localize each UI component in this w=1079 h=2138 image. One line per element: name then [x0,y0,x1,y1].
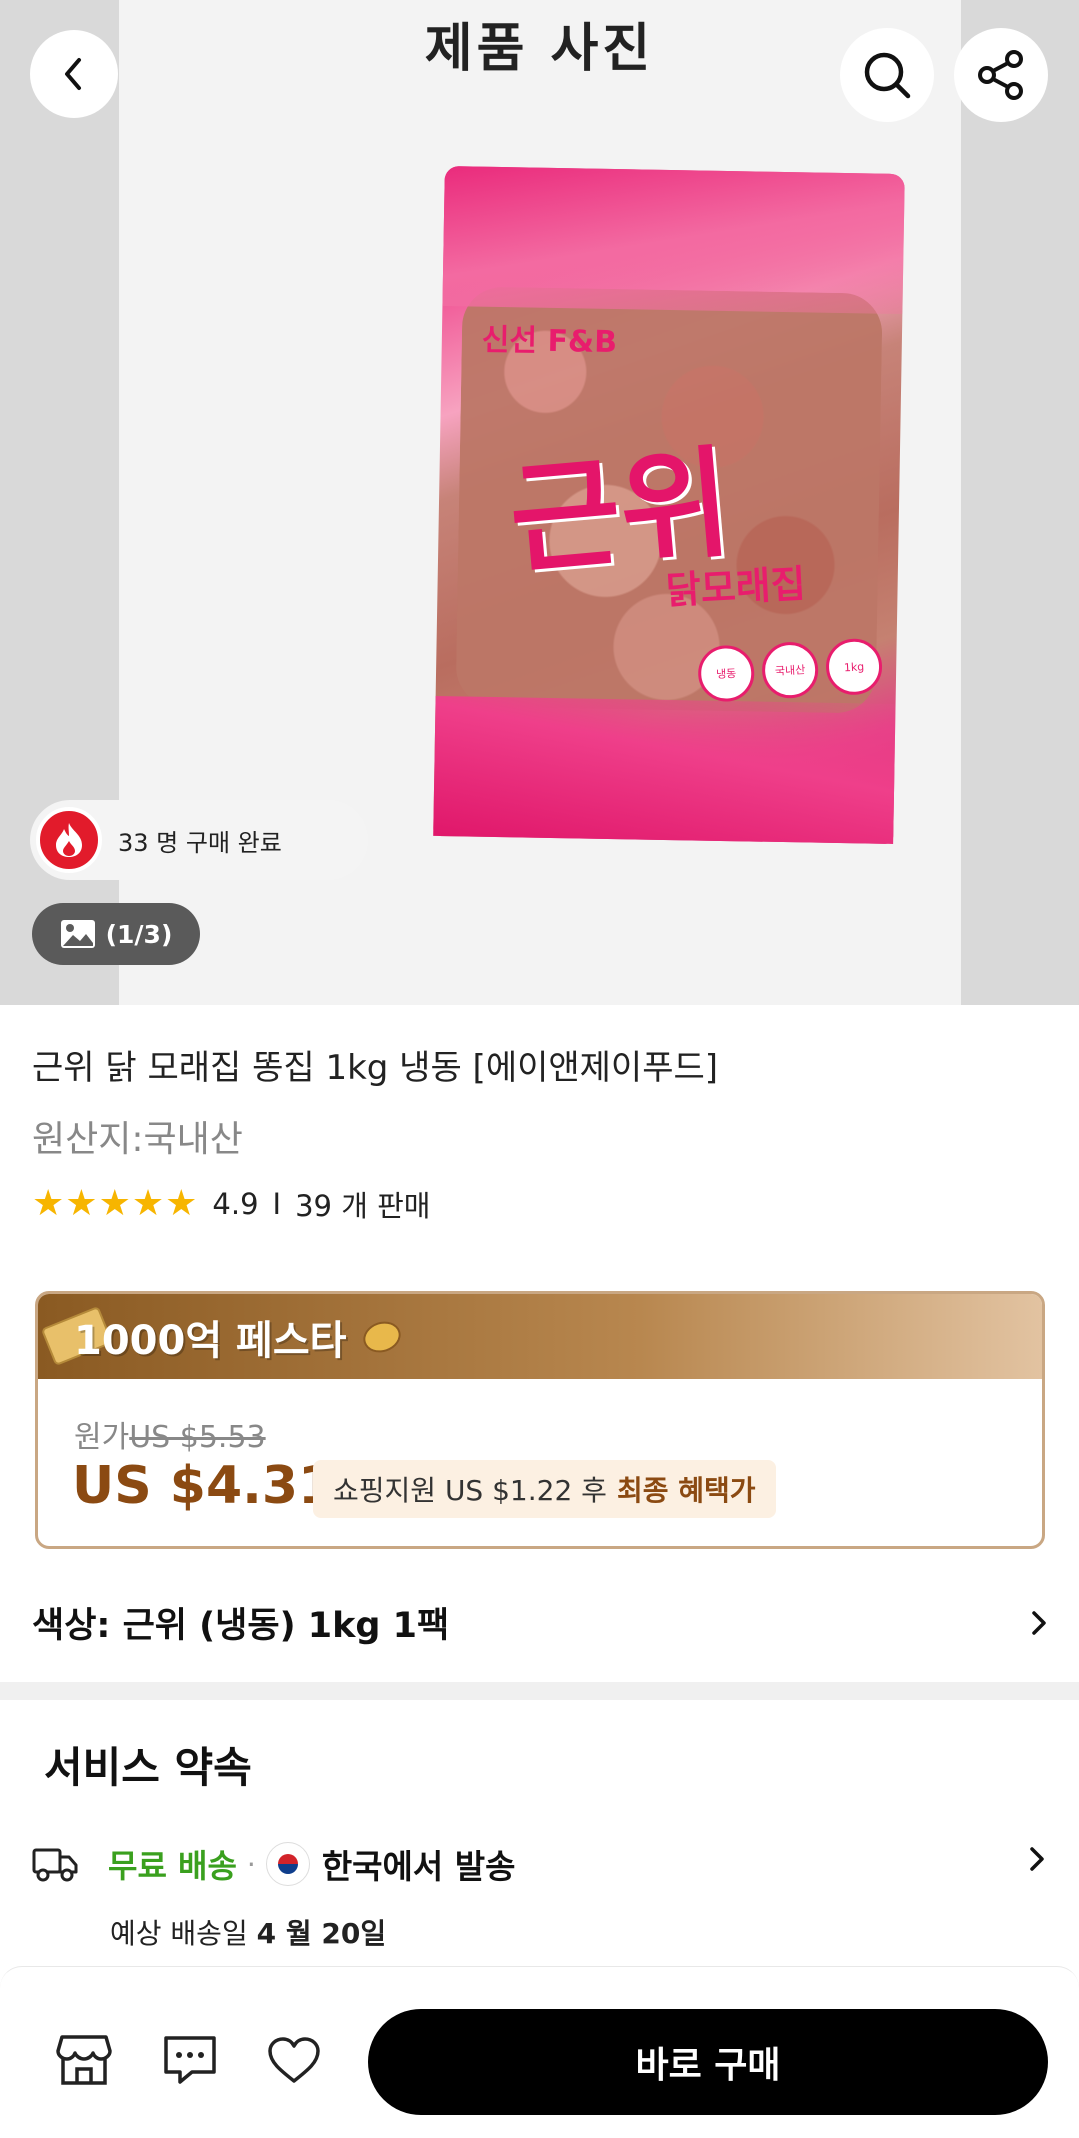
section-divider [0,1682,1079,1700]
shipping-row[interactable]: 무료 배송 · 한국에서 발송 [32,1834,1047,1894]
buy-now-button[interactable]: 바로 구매 [368,2009,1048,2115]
ship-from-label: 한국에서 발송 [321,1847,516,1886]
bag-bottom-band [433,695,896,844]
photo-counter[interactable]: (1/3) [32,903,200,965]
search-icon [864,52,911,99]
free-shipping-label: 무료 배송 [108,1847,237,1885]
sold-count: 39 개 판매 [295,1189,431,1223]
product-origin: 원산지:국내산 [32,1119,243,1160]
chevron-right-icon [1030,1847,1044,1871]
image-icon [60,920,95,948]
bag-brand: 신선 F&B [481,322,618,361]
eta-prefix: 예상 배송일 [110,1917,248,1950]
store-icon [56,2035,112,2085]
original-price-value: US $5.53 [129,1420,266,1455]
product-image-gallery[interactable]: 신선 F&B 근위 닭모래집 냉동 국내산 1kg 제품 사진 33 명 구매 … [0,0,1079,1005]
bag-badge: 1kg [824,637,884,697]
purchase-count-badge: 33 명 구매 완료 [30,800,368,880]
chat-button[interactable] [160,2032,220,2088]
photo-counter-text: (1/3) [105,919,173,949]
final-price: US $4.31 [72,1456,335,1516]
back-button[interactable] [30,30,118,118]
purchase-count-text: 33 명 구매 완료 [118,828,282,857]
truck-icon [32,1848,78,1882]
star-icon: ★ [165,1183,198,1224]
option-selector[interactable]: 색상: 근위 (냉동) 1kg 1팩 [0,1580,1079,1665]
option-label: 색상: 근위 (냉동) 1kg 1팩 [32,1606,450,1646]
eta-date: 4 월 20일 [256,1917,387,1950]
rating-value: 4.9 [212,1187,259,1221]
korea-flag-icon [265,1842,310,1886]
bag-subtitle: 닭모래집 [664,561,807,613]
bag-badge: 국내산 [760,640,820,700]
product-photo: 신선 F&B 근위 닭모래집 냉동 국내산 1kg [433,166,905,844]
benefit-prefix: 쇼핑지원 US $1.22 후 [333,1474,607,1507]
wishlist-button[interactable] [264,2032,324,2088]
star-icon: ★ [65,1183,98,1224]
benefit-tag: 쇼핑지원 US $1.22 후 최종 혜택가 [313,1460,776,1518]
star-icon: ★ [32,1183,65,1224]
chevron-left-icon [65,58,81,90]
festival-label: 1000억 페스타 [74,1318,347,1364]
heart-icon [268,2037,320,2083]
search-button[interactable] [840,28,934,122]
product-title: 근위 닭 모래집 똥집 1kg 냉동 [에이앤제이푸드] [32,1048,719,1088]
bag-badge: 냉동 [696,644,756,703]
bag-badges: 냉동 국내산 1kg [696,637,884,703]
festival-banner: 1000억 페스타 [38,1294,1042,1379]
coin-icon [359,1316,405,1358]
rating-separator: I [272,1187,282,1221]
bottom-action-bar: 바로 구매 [0,1966,1079,2138]
chevron-right-icon [1032,1610,1046,1635]
original-price: 원가US $5.53 [74,1412,266,1456]
star-icon: ★ [131,1183,165,1224]
share-button[interactable] [954,28,1048,122]
bag-top-band [442,166,905,315]
benefit-strong: 최종 혜택가 [616,1474,756,1507]
fire-icon [36,807,102,873]
store-button[interactable] [54,2032,114,2088]
price-card: 1000억 페스타 원가US $5.53 US $4.31 쇼핑지원 US $1… [35,1291,1045,1549]
original-price-label: 원가 [74,1420,130,1455]
chat-icon [164,2036,216,2084]
share-icon [978,50,1023,100]
estimated-delivery: 예상 배송일 4 월 20일 [110,1912,386,1952]
service-title: 서비스 약속 [44,1743,252,1792]
dot-separator: · [246,1847,256,1881]
rating-row[interactable]: ★ ★ ★ ★ ★ 4.9 I 39 개 판매 [32,1183,430,1225]
star-icon: ★ [98,1183,131,1224]
